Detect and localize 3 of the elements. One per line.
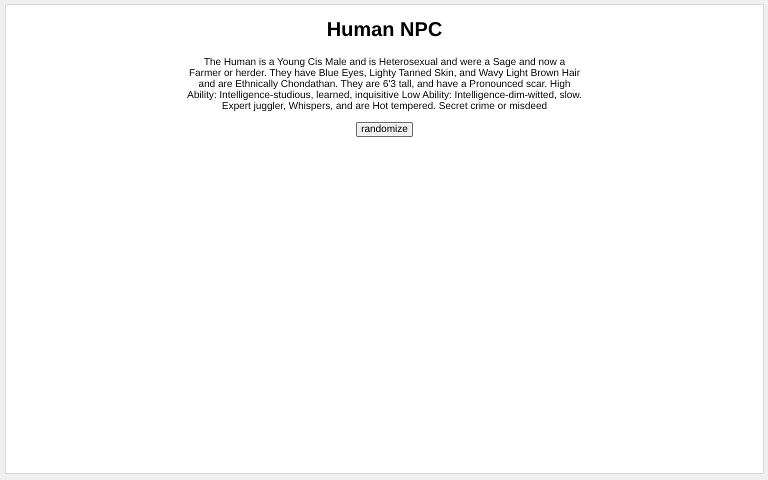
page-title: Human NPC [326,18,442,42]
npc-description: The Human is a Young Cis Male and is Heterosexual and were a Sage and now a Farmer or herder. They have Blue Eyes, Lighty Tanned Skin, and Wavy Light Brown Hair and are Ethnically Chondathan. They are 6'3 tall, and have a Pronounced scar. High Ability: Intelligence-studious, learned, inquisitive Low Ability: Intelligence-dim-witted, slow. Expert juggler, Whispers, and are Hot tempered. Secret crime or misdeed [186,57,582,112]
randomize-button[interactable]: randomize [356,122,413,137]
